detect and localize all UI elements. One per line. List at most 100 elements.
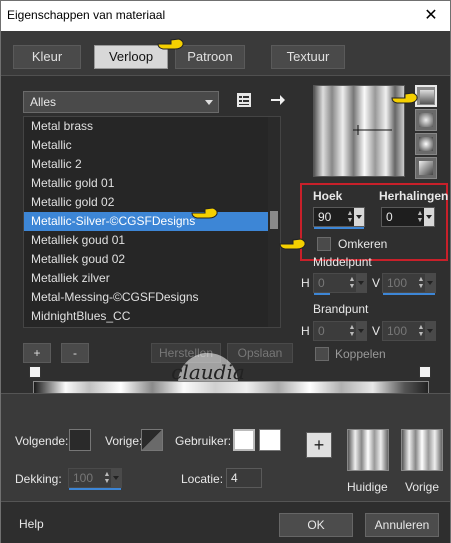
midpoint-label: Middelpunt [313, 255, 372, 269]
category-select[interactable]: Alles [23, 91, 219, 113]
ok-button[interactable]: OK [279, 513, 353, 537]
list-item[interactable]: minti [24, 326, 280, 327]
sunburst-gradient-icon [419, 137, 433, 151]
tab-textuur[interactable]: Textuur [271, 45, 345, 69]
focal-v-value: 100 [387, 324, 408, 338]
chevron-down-icon [205, 100, 213, 105]
rectangular-style-button[interactable] [415, 109, 437, 131]
location-value: 4 [231, 471, 238, 485]
list-item[interactable]: Metalliek goud 02 [24, 250, 280, 269]
previous-color-label: Vorige: [105, 434, 143, 448]
list-item-selected[interactable]: Metallic-Silver-©CGSFDesigns [24, 212, 280, 231]
current-gradient-thumbnail[interactable] [347, 429, 389, 471]
spin-arrows-icon[interactable]: ▲ ▼ [103, 471, 111, 485]
focal-h-label: H [301, 324, 310, 338]
arrow-right-icon[interactable] [269, 91, 287, 109]
repeats-label: Herhalingen [379, 189, 449, 203]
focal-v-label: V [372, 324, 381, 338]
link-checkbox[interactable] [315, 347, 329, 361]
midpoint-h-spinner[interactable]: 0 ▲ ▼ [313, 273, 367, 295]
previous-thumbnail-label: Vorige [405, 480, 440, 494]
spin-arrows-icon[interactable]: ▲ ▼ [346, 210, 354, 224]
repeats-spinner[interactable]: 0 ▲ ▼ [381, 207, 435, 227]
list-view-icon[interactable] [235, 91, 253, 109]
rectangular-gradient-icon [419, 113, 433, 127]
spin-arrows-icon[interactable]: ▲ ▼ [348, 276, 356, 290]
spin-arrows-icon[interactable]: ▲ ▼ [416, 210, 424, 224]
angle-slider-bar[interactable] [314, 227, 364, 229]
invert-label: Omkeren [338, 237, 388, 251]
category-select-value: Alles [30, 95, 57, 109]
midpoint-h-dropdown[interactable] [356, 274, 366, 292]
next-color-label: Volgende: [15, 434, 69, 448]
help-link[interactable]: Help [19, 517, 44, 531]
list-item[interactable]: Metallic 2 [24, 155, 280, 174]
angle-label: Hoek [313, 189, 343, 203]
list-scrollbar[interactable] [268, 117, 280, 327]
sunburst-style-button[interactable] [415, 133, 437, 155]
focal-v-dropdown[interactable] [425, 322, 435, 340]
list-item[interactable]: Metallic gold 01 [24, 174, 280, 193]
user-color-swatch-2[interactable] [259, 429, 281, 451]
remove-gradient-button[interactable]: - [61, 343, 89, 363]
spin-arrows-icon[interactable]: ▲ ▼ [417, 324, 425, 338]
focal-h-spinner[interactable]: 0 ▲ ▼ [313, 321, 367, 341]
opacity-label: Dekking: [15, 472, 62, 486]
tab-patroon[interactable]: Patroon [175, 45, 245, 69]
dialog-footer: Help OK Annuleren [1, 501, 450, 543]
midpoint-v-slider-bar[interactable] [383, 293, 435, 295]
midpoint-v-dropdown[interactable] [425, 274, 435, 292]
list-item[interactable]: Metal brass [24, 117, 280, 136]
midpoint-v-spinner[interactable]: 100 ▲ ▼ [382, 273, 436, 295]
repeats-dropdown[interactable] [424, 208, 434, 226]
cancel-button[interactable]: Annuleren [365, 513, 439, 537]
gradient-list[interactable]: Metal brass Metallic Metallic 2 Metallic… [23, 116, 281, 328]
list-item[interactable]: Metalliek zilver [24, 269, 280, 288]
angle-dropdown[interactable] [354, 208, 364, 226]
current-thumbnail-label: Huidige [347, 480, 388, 494]
spin-arrows-icon[interactable]: ▲ ▼ [348, 324, 356, 338]
angle-spinner[interactable]: 90 ▲ ▼ [313, 207, 365, 229]
list-item[interactable]: Metalliek goud 01 [24, 231, 280, 250]
location-label: Locatie: [181, 472, 224, 486]
add-to-swatches-button[interactable]: + [306, 432, 332, 458]
pointing-hand-icon [157, 38, 184, 50]
midpoint-h-slider-bar[interactable] [314, 293, 330, 295]
pointing-hand-icon [391, 92, 418, 104]
tab-bar: Kleur Verloop Patroon Textuur [1, 31, 450, 75]
focal-v-spinner[interactable]: 100 ▲ ▼ [382, 321, 436, 341]
next-color-swatch[interactable] [69, 429, 91, 451]
opacity-slider-bar[interactable] [69, 488, 121, 490]
title-bar: Eigenschappen van materiaal ✕ [1, 1, 450, 31]
focal-h-value: 0 [318, 324, 325, 338]
previous-color-swatch[interactable] [141, 429, 163, 451]
location-input[interactable]: 4 [226, 468, 262, 488]
list-item[interactable]: Metal-Messing-©CGSFDesigns [24, 288, 280, 307]
linear-gradient-icon [420, 90, 434, 104]
radial-style-button[interactable] [415, 157, 437, 179]
angle-value: 90 [318, 210, 332, 224]
user-color-swatch[interactable] [233, 429, 255, 451]
scroll-thumb[interactable] [270, 211, 278, 229]
add-gradient-button[interactable]: + [23, 343, 51, 363]
link-label: Koppelen [335, 347, 386, 361]
repeats-value: 0 [386, 210, 393, 224]
opacity-stop-right[interactable] [419, 366, 431, 378]
pointing-hand-icon [279, 238, 306, 250]
focal-h-dropdown[interactable] [356, 322, 366, 340]
invert-checkbox[interactable] [317, 237, 331, 251]
opacity-spinner[interactable]: 100 ▲ ▼ [68, 468, 122, 490]
list-item[interactable]: Metallic [24, 136, 280, 155]
previous-gradient-thumbnail[interactable] [401, 429, 443, 471]
opacity-dropdown[interactable] [111, 469, 121, 487]
tab-kleur[interactable]: Kleur [13, 45, 81, 69]
user-color-label: Gebruiker: [175, 434, 232, 448]
midpoint-v-value: 100 [387, 276, 408, 290]
close-button[interactable]: ✕ [420, 5, 442, 27]
list-item[interactable]: Metallic gold 02 [24, 193, 280, 212]
list-item[interactable]: MidnightBlues_CC [24, 307, 280, 326]
opacity-stop-left[interactable] [29, 366, 41, 378]
spin-arrows-icon[interactable]: ▲ ▼ [417, 276, 425, 290]
midpoint-v-label: V [372, 276, 381, 290]
window-title: Eigenschappen van materiaal [7, 8, 166, 22]
